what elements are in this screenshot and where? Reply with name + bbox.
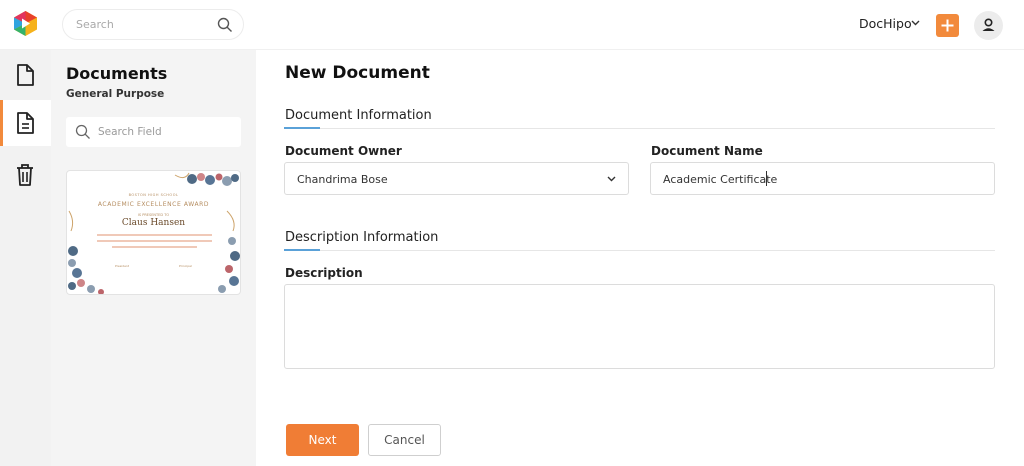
template-signer-left: President [115,264,129,268]
document-owner-select[interactable]: Chandrima Bose [284,162,629,195]
template-text-line [97,240,212,242]
template-signer-right: Principal [179,264,192,268]
cancel-button[interactable]: Cancel [368,424,441,456]
rail-item-text-documents[interactable] [0,100,51,146]
template-presented: IS PRESENTED TO [137,213,170,217]
top-bar: Search DocHipo [0,0,1024,50]
document-information-heading: Document Information [285,108,432,123]
template-school: BOSTON HIGH SCHOOL [128,193,179,197]
description-information-heading: Description Information [285,230,439,245]
create-button[interactable] [936,14,959,37]
text-caret [766,171,767,186]
documents-panel: Documents General Purpose Search Field B… [51,50,256,466]
document-name-label: Document Name [651,144,763,158]
section-divider [284,250,995,251]
template-award: ACADEMIC EXCELLENCE AWARD [97,201,210,208]
global-search[interactable]: Search [62,9,244,40]
document-name-value: Academic Certificate [663,173,778,186]
workspace-name: DocHipo [859,16,912,31]
chevron-down-icon [911,20,920,26]
next-button[interactable]: Next [286,424,359,456]
description-textarea[interactable] [284,284,995,369]
search-icon [75,124,90,139]
panel-subtitle: General Purpose [66,88,165,100]
template-text-line [112,246,197,248]
user-menu-button[interactable] [974,11,1003,40]
rail-item-trash[interactable] [0,152,51,198]
template-recipient: Claus Hansen [121,218,186,228]
document-name-input[interactable]: Academic Certificate [650,162,995,195]
description-label: Description [285,266,363,280]
workspace-menu[interactable]: DocHipo [859,16,920,31]
page-title: New Document [285,63,430,83]
document-owner-value: Chandrima Bose [297,173,388,186]
global-search-placeholder: Search [76,18,114,31]
plus-icon [941,19,954,32]
section-accent-bar [284,127,320,129]
app-logo-icon[interactable] [12,10,39,37]
user-icon [982,18,995,31]
document-owner-label: Document Owner [285,144,402,158]
left-rail [0,50,51,466]
rail-item-documents[interactable] [0,52,51,98]
panel-search-placeholder: Search Field [98,126,162,138]
document-icon [17,64,34,86]
template-thumbnail[interactable]: BOSTON HIGH SCHOOL ACADEMIC EXCELLENCE A… [66,170,241,295]
search-icon[interactable] [217,17,233,33]
section-divider [284,128,995,129]
trash-icon [17,164,33,186]
text-document-icon [17,112,34,134]
chevron-down-icon [607,176,616,182]
panel-search-input[interactable]: Search Field [66,117,241,147]
panel-title: Documents [66,64,168,83]
floral-decoration-icon [68,172,240,294]
section-accent-bar [284,249,320,251]
template-text-line [97,234,212,236]
